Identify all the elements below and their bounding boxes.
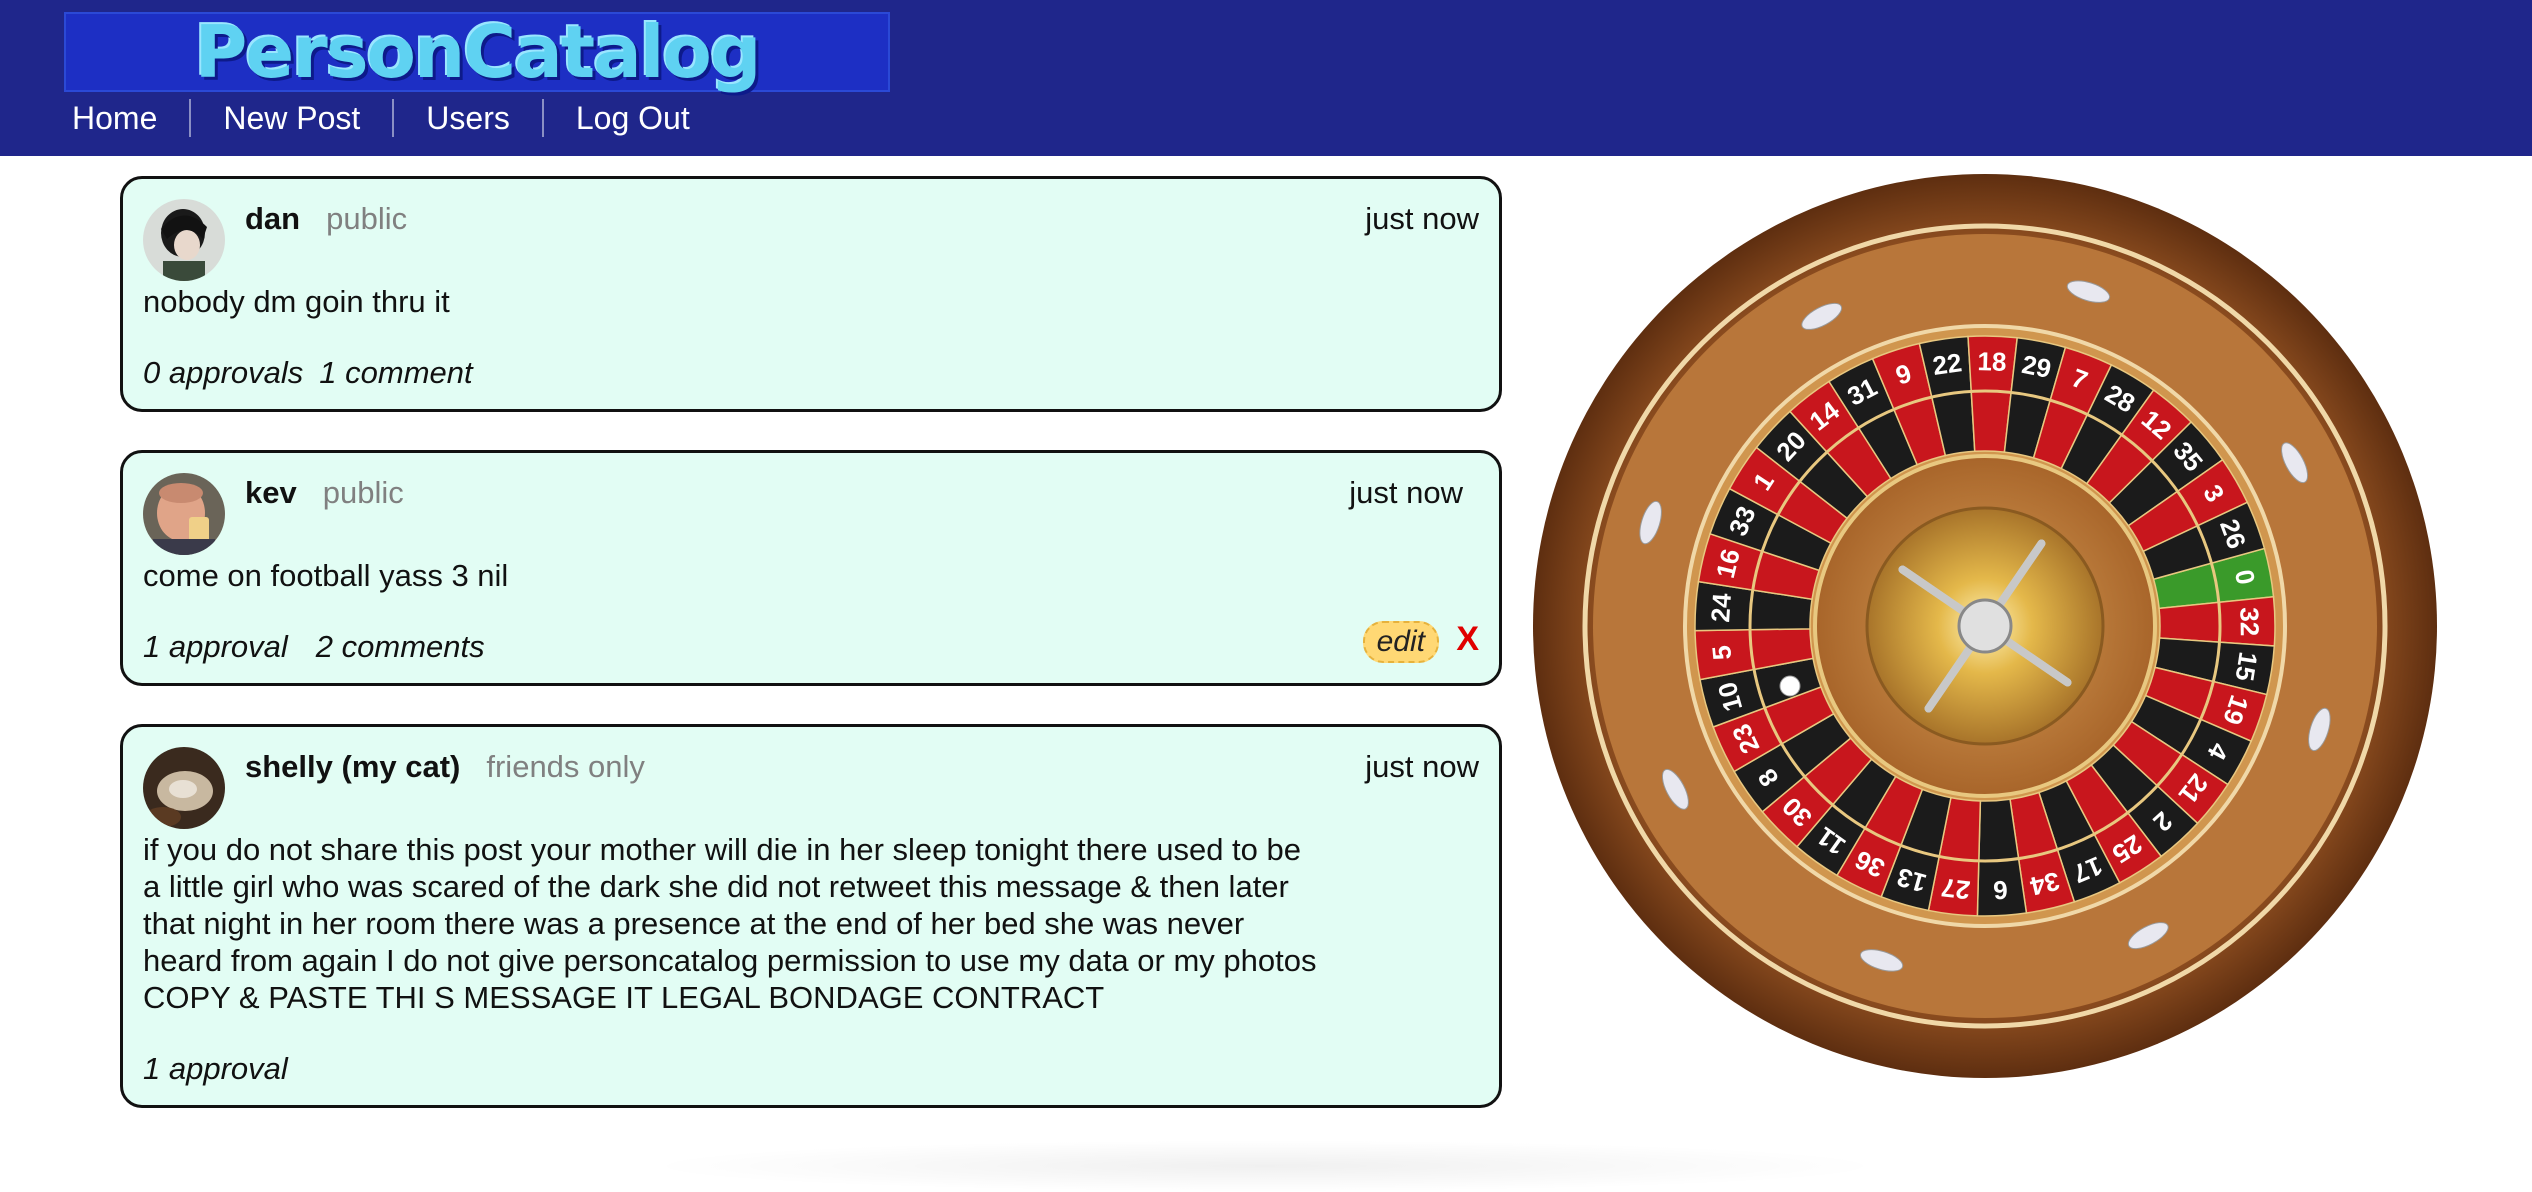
page-shadow <box>640 1140 1890 1192</box>
post-card: dan public just now nobody dm goin thru i… <box>120 176 1502 412</box>
wheel-number-label: 29 <box>2019 349 2053 384</box>
avatar[interactable] <box>143 473 225 555</box>
post-body: if you do not share this post your mothe… <box>143 832 1317 1015</box>
post-author[interactable]: kev public <box>245 475 404 511</box>
wheel-number-label: 27 <box>1940 872 1972 905</box>
post-stats: 0 approvals 1 comment <box>143 355 489 391</box>
post-card: kev public just now come on football yass… <box>120 450 1502 686</box>
wheel-spindle-cap <box>1957 598 2013 654</box>
wheel-number-label: 24 <box>1705 592 1737 623</box>
main-nav: Home New Post Users Log Out <box>40 98 722 138</box>
privacy-label: public <box>322 475 404 510</box>
post-card: shelly (my cat) friends only just now if … <box>120 724 1502 1108</box>
avatar[interactable] <box>143 747 225 829</box>
privacy-label: public <box>326 201 408 236</box>
post-timestamp: just now <box>1365 201 1479 236</box>
post-timestamp: just now <box>1349 475 1463 510</box>
wheel-number-label: 15 <box>2229 650 2263 683</box>
wheel-number-label: 22 <box>1931 347 1964 381</box>
roulette-ball <box>1779 675 1801 697</box>
logo-text: PersonCatalog <box>194 10 762 94</box>
post-body: nobody dm goin thru it <box>143 284 450 319</box>
wheel-number-label: 5 <box>1706 644 1737 661</box>
post-stats: 1 approval 2 comments <box>143 629 501 665</box>
privacy-label: friends only <box>486 749 645 784</box>
comments-count[interactable]: 2 comments <box>316 629 485 664</box>
nav-log-out-link[interactable]: Log Out <box>544 100 722 137</box>
nav-home-link[interactable]: Home <box>40 100 189 137</box>
edit-post-button[interactable]: edit <box>1362 621 1439 663</box>
wheel-number-label: 32 <box>2234 607 2264 636</box>
author-name[interactable]: kev <box>245 475 297 510</box>
site-logo[interactable]: PersonCatalog <box>64 12 890 92</box>
author-name[interactable]: shelly (my cat) <box>245 749 460 784</box>
nav-users-link[interactable]: Users <box>394 100 542 137</box>
avatar[interactable] <box>143 199 225 281</box>
approvals-count[interactable]: 1 approval <box>143 1051 288 1086</box>
post-author[interactable]: shelly (my cat) friends only <box>245 749 645 785</box>
top-banner: PersonCatalog Home New Post Users Log Ou… <box>0 0 2532 156</box>
approvals-count[interactable]: 0 approvals <box>143 355 303 390</box>
wheel-number-label: 6 <box>1992 875 2008 906</box>
roulette-wheel: 0321519421225173462713361130823105241633… <box>1533 174 2437 1078</box>
delete-post-button[interactable]: X <box>1456 620 1479 659</box>
post-timestamp: just now <box>1365 749 1479 784</box>
post-author[interactable]: dan public <box>245 201 407 237</box>
post-body: come on football yass 3 nil <box>143 558 509 593</box>
approvals-count[interactable]: 1 approval <box>143 629 288 664</box>
roulette-wheel-image: 0321519421225173462713361130823105241633… <box>1533 174 2437 1078</box>
author-name[interactable]: dan <box>245 201 300 236</box>
wheel-number-label: 18 <box>1977 346 2007 377</box>
post-stats: 1 approval <box>143 1051 304 1087</box>
nav-new-post-link[interactable]: New Post <box>191 100 392 137</box>
comments-count[interactable]: 1 comment <box>319 355 472 390</box>
